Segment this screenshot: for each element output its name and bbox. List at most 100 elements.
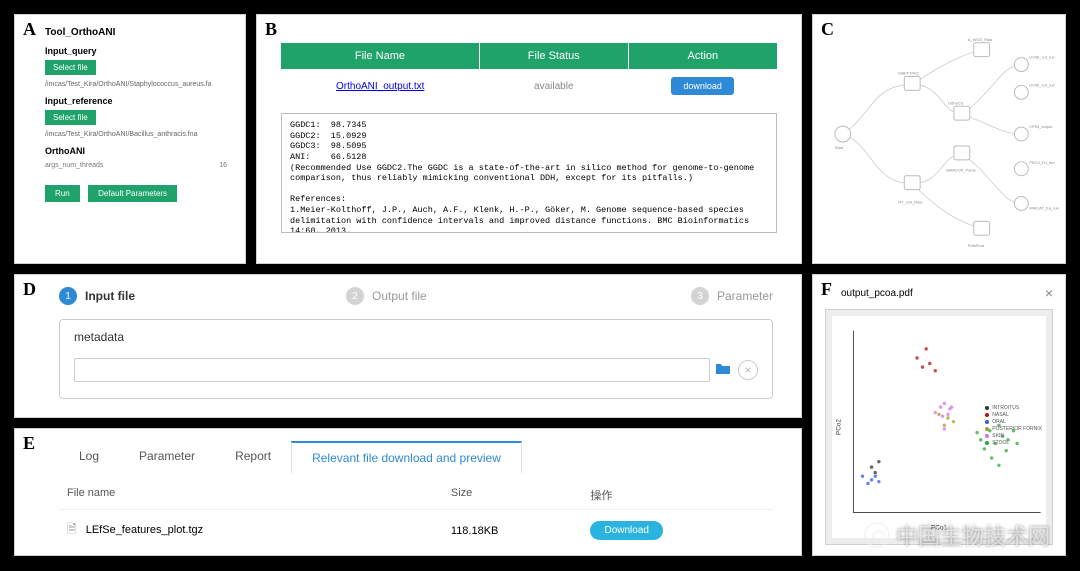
legend-dot-icon [985, 427, 989, 431]
svg-text:SAMOCR_Parse: SAMOCR_Parse [946, 168, 977, 173]
select-file-reference-button[interactable]: Select file [45, 110, 96, 125]
metadata-box: metadata × [59, 319, 773, 399]
output-file-link[interactable]: OrthoANI_output.txt [336, 81, 424, 92]
legend-dot-icon [985, 441, 989, 445]
col-size: Size [451, 487, 591, 503]
file-size-cell: 118.18KB [451, 525, 591, 537]
legend-label: ORAL [992, 419, 1006, 426]
input-reference-label: Input_reference [45, 96, 233, 106]
query-path: /imcas/Test_Kira/OrthoANI/Staphylococcus… [45, 81, 233, 88]
panel-e: E Log Parameter Report Relevant file dow… [14, 428, 802, 556]
col-file-name: File name [67, 487, 451, 503]
legend-dot-icon [985, 413, 989, 417]
panel-label-d: D [23, 279, 36, 300]
legend-dot-icon [985, 420, 989, 424]
folder-icon[interactable] [716, 362, 730, 378]
legend-row: POSTERIOR FORNIX [985, 426, 1042, 433]
download-button[interactable]: download [671, 77, 734, 95]
legend-dot-icon [985, 406, 989, 410]
pcoa-file-name: output_pcoa.pdf [841, 288, 913, 299]
panel-c: C Start MAFFT/HQ RT_Out_Raw OrthoCS SAMO… [812, 14, 1066, 264]
output-text-box: GGDC1: 98.7345 GGDC2: 15.0929 GGDC3: 98.… [281, 113, 777, 233]
legend-label: INTROITUS [992, 405, 1019, 412]
legend-label: STOOL [992, 440, 1009, 447]
table-row: OrthoANI_output.txt available download [281, 69, 777, 103]
svg-text:MAFFT/HQ: MAFFT/HQ [898, 71, 918, 76]
step-parameter[interactable]: 3 Parameter [633, 287, 773, 305]
x-axis-label: PCo1 [931, 525, 947, 532]
metadata-title: metadata [74, 330, 758, 344]
legend-row: STOOL [985, 440, 1042, 447]
legend-label: SKIN [992, 433, 1004, 440]
tab-parameter[interactable]: Parameter [119, 441, 215, 473]
panel-label-f: F [821, 279, 832, 300]
legend-label: NASAL [992, 412, 1008, 419]
svg-text:UV96_out_run: UV96_out_run [1029, 55, 1055, 60]
panel-label-c: C [821, 19, 834, 40]
clear-input-icon[interactable]: × [738, 360, 758, 380]
tab-log[interactable]: Log [59, 441, 119, 473]
tab-bar: Log Parameter Report Relevant file downl… [59, 441, 773, 473]
arg-row: args_num_threads 16 [45, 162, 233, 169]
panel-b: B File Name File Status Action OrthoANI_… [256, 14, 802, 264]
svg-text:RT_Out_Raw: RT_Out_Raw [898, 199, 922, 204]
panel-d: D 1 Input file 2 Output file 3 Parameter… [14, 274, 802, 418]
reference-path: /imcas/Test_Kira/OrthoANI/Bacillus_anthr… [45, 131, 233, 138]
tool-title: Tool_OrthoANI [45, 27, 233, 38]
tab-report[interactable]: Report [215, 441, 291, 473]
tab-relevant-file[interactable]: Relevant file download and preview [291, 441, 522, 473]
file-table-head: File name Size 操作 [59, 481, 773, 509]
tool-section-label: OrthoANI [45, 146, 233, 156]
input-query-label: Input_query [45, 46, 233, 56]
step-input-file[interactable]: 1 Input file [59, 287, 346, 305]
step-label-2: Output file [372, 289, 427, 303]
legend-row: ORAL [985, 419, 1042, 426]
close-icon[interactable]: × [1045, 285, 1053, 301]
arg-value: 16 [203, 162, 233, 169]
download-table: File Name File Status Action OrthoANI_ou… [281, 43, 777, 103]
svg-text:CP94_output: CP94_output [1029, 124, 1053, 129]
panel-a: A Tool_OrthoANI Input_query Select file … [14, 14, 246, 264]
file-name-cell: LEfSe_features_plot.tgz [86, 524, 203, 536]
y-axis-label: PCo2 [836, 419, 843, 435]
step-num-1: 1 [59, 287, 77, 305]
panel-label-b: B [265, 19, 277, 40]
step-num-2: 2 [346, 287, 364, 305]
legend-label: POSTERIOR FORNIX [992, 426, 1042, 433]
step-output-file[interactable]: 2 Output file [346, 287, 633, 305]
legend-dot-icon [985, 434, 989, 438]
workflow-diagram: Start MAFFT/HQ RT_Out_Raw OrthoCS SAMOCR… [813, 15, 1065, 263]
panel-label-a: A [23, 19, 36, 40]
svg-text:Start: Start [835, 145, 844, 150]
step-label-3: Parameter [717, 289, 773, 303]
step-indicator: 1 Input file 2 Output file 3 Parameter [59, 287, 773, 305]
svg-text:OrthoCS: OrthoCS [948, 100, 964, 105]
file-icon: 🗎 [67, 522, 77, 536]
panel-label-e: E [23, 433, 35, 454]
metadata-input[interactable] [74, 358, 710, 382]
svg-text:UV96_out_run: UV96_out_run [1029, 82, 1055, 87]
select-file-query-button[interactable]: Select file [45, 60, 96, 75]
step-label-1: Input file [85, 289, 135, 303]
download-file-button[interactable]: Download [590, 521, 662, 540]
svg-text:PathFlow: PathFlow [968, 243, 985, 248]
col-action: 操作 [590, 487, 765, 503]
file-status: available [479, 69, 628, 103]
run-button[interactable]: Run [45, 185, 80, 202]
legend-row: NASAL [985, 412, 1042, 419]
svg-text:MWCAT_Eq_run: MWCAT_Eq_run [1029, 205, 1059, 210]
arg-label: args_num_threads [45, 162, 203, 169]
svg-text:PROJ_Fd_run: PROJ_Fd_run [1029, 160, 1054, 165]
table-row: 🗎 LEfSe_features_plot.tgz 118.18KB Downl… [59, 509, 773, 551]
legend-row: SKIN [985, 433, 1042, 440]
legend-row: INTROITUS [985, 405, 1042, 412]
plot-container: PCo1 PCo2 INTROITUSNASALORALPOSTERIOR FO… [825, 309, 1053, 545]
dl-header-action: Action [628, 43, 777, 69]
file-table: File name Size 操作 🗎 LEfSe_features_plot.… [59, 481, 773, 551]
step-num-3: 3 [691, 287, 709, 305]
panel-f: F output_pcoa.pdf × PCo1 PCo2 INTROITUSN… [812, 274, 1066, 556]
dl-header-status: File Status [479, 43, 628, 69]
default-parameters-button[interactable]: Default Parameters [88, 185, 177, 202]
dl-header-filename: File Name [281, 43, 479, 69]
svg-text:A_WGS_Raw: A_WGS_Raw [968, 37, 993, 42]
